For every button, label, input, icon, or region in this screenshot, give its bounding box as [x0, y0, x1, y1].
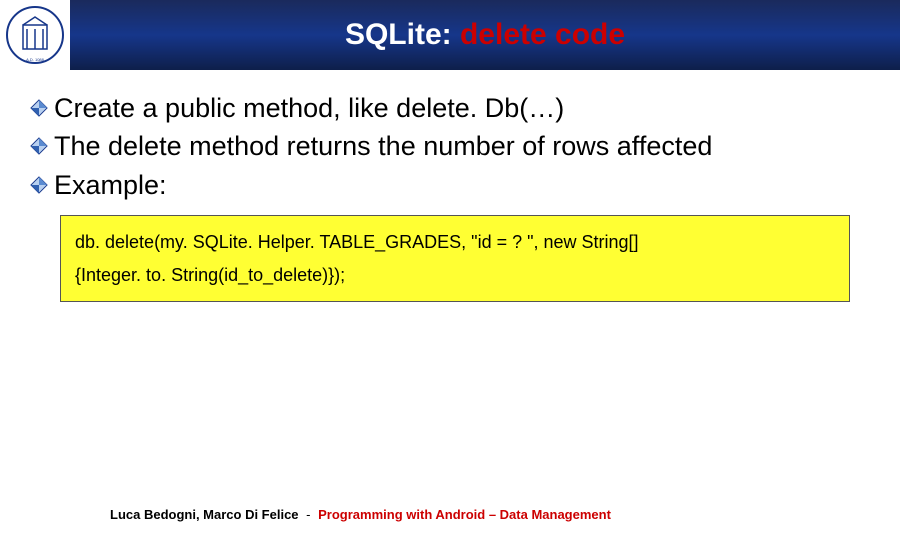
- slide-content: Create a public method, like delete. Db(…: [0, 70, 900, 302]
- title-part-white: SQLite:: [345, 18, 460, 51]
- bullet-item: Example:: [30, 167, 870, 203]
- slide-footer: Luca Bedogni, Marco Di Felice - Programm…: [110, 507, 611, 522]
- slide-header: A.D. 1088 SQLite: delete code: [0, 0, 900, 70]
- diamond-bullet-icon: [30, 176, 48, 194]
- slide-title: SQLite: delete code: [70, 18, 900, 52]
- code-line: {Integer. to. String(id_to_delete)});: [75, 259, 835, 291]
- bullet-item: Create a public method, like delete. Db(…: [30, 90, 870, 126]
- footer-authors: Luca Bedogni, Marco Di Felice: [110, 507, 299, 522]
- code-line: db. delete(my. SQLite. Helper. TABLE_GRA…: [75, 226, 835, 258]
- footer-course: Programming with Android – Data Manageme…: [318, 507, 611, 522]
- footer-separator: -: [302, 507, 314, 522]
- diamond-bullet-icon: [30, 137, 48, 155]
- bullet-text: Create a public method, like delete. Db(…: [54, 90, 870, 126]
- crest-icon: A.D. 1088: [5, 5, 65, 65]
- bullet-item: The delete method returns the number of …: [30, 128, 870, 164]
- bullet-text: Example:: [54, 167, 870, 203]
- code-example-box: db. delete(my. SQLite. Helper. TABLE_GRA…: [60, 215, 850, 302]
- bullet-text: The delete method returns the number of …: [54, 128, 870, 164]
- svg-text:A.D. 1088: A.D. 1088: [26, 57, 45, 62]
- title-part-red: delete code: [460, 18, 625, 51]
- diamond-bullet-icon: [30, 99, 48, 117]
- university-crest: A.D. 1088: [0, 0, 70, 70]
